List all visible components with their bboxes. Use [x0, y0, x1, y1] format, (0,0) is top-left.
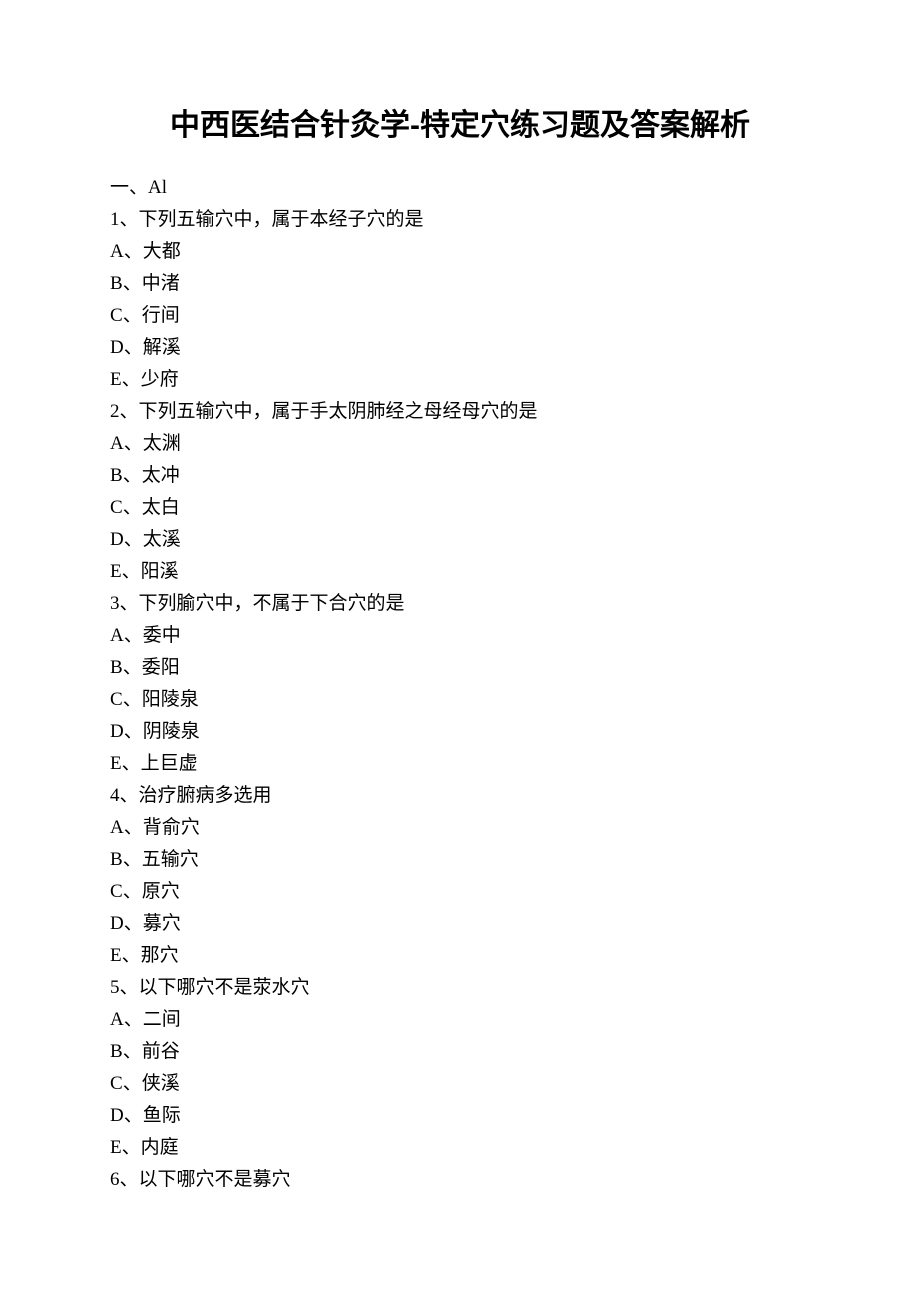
option: C、行间: [110, 300, 810, 332]
option: A、二间: [110, 1004, 810, 1036]
option: E、阳溪: [110, 556, 810, 588]
option: D、募穴: [110, 908, 810, 940]
document-title: 中西医结合针灸学-特定穴练习题及答案解析: [110, 100, 810, 144]
question-block-5: 5、以下哪穴不是荥水穴 A、二间 B、前谷 C、侠溪 D、鱼际 E、内庭: [110, 972, 810, 1164]
option: D、解溪: [110, 332, 810, 364]
option: A、太渊: [110, 428, 810, 460]
section-header: 一、Al: [110, 172, 810, 204]
option: B、委阳: [110, 652, 810, 684]
question-stem: 6、以下哪穴不是募穴: [110, 1164, 810, 1196]
option: D、太溪: [110, 524, 810, 556]
option: D、阴陵泉: [110, 716, 810, 748]
question-block-3: 3、下列腧穴中，不属于下合穴的是 A、委中 B、委阳 C、阳陵泉 D、阴陵泉 E…: [110, 588, 810, 780]
option: C、阳陵泉: [110, 684, 810, 716]
option: A、委中: [110, 620, 810, 652]
question-stem: 5、以下哪穴不是荥水穴: [110, 972, 810, 1004]
option: B、前谷: [110, 1036, 810, 1068]
question-block-4: 4、治疗腑病多选用 A、背俞穴 B、五输穴 C、原穴 D、募穴 E、那穴: [110, 780, 810, 972]
option: B、中渚: [110, 268, 810, 300]
option: A、大都: [110, 236, 810, 268]
question-block-6: 6、以下哪穴不是募穴: [110, 1164, 810, 1196]
question-stem: 3、下列腧穴中，不属于下合穴的是: [110, 588, 810, 620]
option: E、内庭: [110, 1132, 810, 1164]
question-block-1: 1、下列五输穴中，属于本经子穴的是 A、大都 B、中渚 C、行间 D、解溪 E、…: [110, 204, 810, 396]
option: D、鱼际: [110, 1100, 810, 1132]
option: C、原穴: [110, 876, 810, 908]
question-stem: 1、下列五输穴中，属于本经子穴的是: [110, 204, 810, 236]
question-stem: 4、治疗腑病多选用: [110, 780, 810, 812]
question-stem: 2、下列五输穴中，属于手太阴肺经之母经母穴的是: [110, 396, 810, 428]
option: A、背俞穴: [110, 812, 810, 844]
option: C、太白: [110, 492, 810, 524]
option: E、上巨虚: [110, 748, 810, 780]
option: E、那穴: [110, 940, 810, 972]
question-block-2: 2、下列五输穴中，属于手太阴肺经之母经母穴的是 A、太渊 B、太冲 C、太白 D…: [110, 396, 810, 588]
option: B、五输穴: [110, 844, 810, 876]
option: E、少府: [110, 364, 810, 396]
option: B、太冲: [110, 460, 810, 492]
option: C、侠溪: [110, 1068, 810, 1100]
